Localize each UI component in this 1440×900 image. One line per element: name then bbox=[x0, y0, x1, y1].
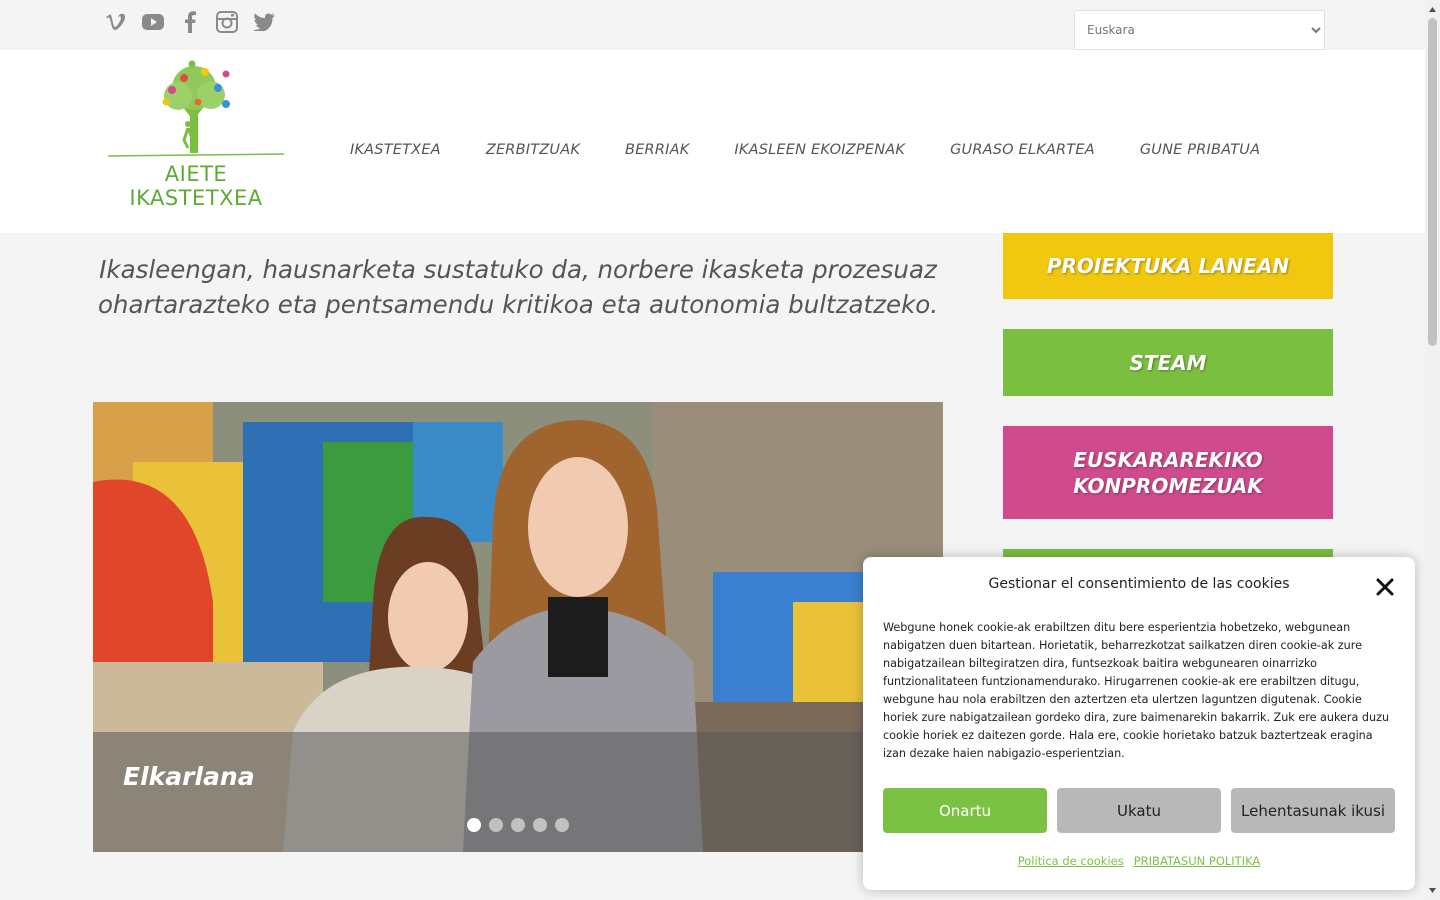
slider-dots bbox=[467, 818, 569, 832]
twitter-icon[interactable] bbox=[252, 9, 275, 34]
logo-text: AIETE IKASTETXEA bbox=[129, 162, 263, 210]
social-links bbox=[104, 9, 275, 34]
logo[interactable]: AIETE IKASTETXEA bbox=[107, 58, 285, 210]
euskararekiko-konpromezuak-button[interactable]: EUSKARAREKIKO KONPROMEZUAK bbox=[1003, 426, 1333, 519]
nav-item-ikasleen-ekoizpenak[interactable]: IKASLEEN EKOIZPENAK bbox=[734, 142, 905, 158]
cookie-preferences-button[interactable]: Lehentasunak ikusi bbox=[1231, 788, 1395, 833]
instagram-icon[interactable] bbox=[215, 9, 238, 34]
lead-line-1: Ikasleengan, hausnarketa sustatuko da, n… bbox=[99, 255, 937, 284]
lead-line-2: ohartarazteko eta pentsamendu kritikoa e… bbox=[97, 290, 939, 319]
nav-item-berriak[interactable]: BERRIAK bbox=[625, 142, 689, 158]
tree-logo-icon bbox=[107, 60, 285, 157]
slider-dot-5[interactable] bbox=[555, 818, 569, 832]
facebook-icon[interactable] bbox=[178, 9, 201, 34]
scroll-up-arrow-icon[interactable] bbox=[1428, 5, 1437, 14]
proiektuka-lanean-button[interactable]: PROIEKTUKA LANEAN bbox=[1003, 233, 1333, 299]
slider-dot-4[interactable] bbox=[533, 818, 547, 832]
main-nav: IKASTETXEA ZERBITZUAK BERRIAK IKASLEEN E… bbox=[350, 142, 1260, 158]
scroll-down-arrow-icon[interactable] bbox=[1428, 886, 1437, 895]
cookie-title: Gestionar el consentimiento de las cooki… bbox=[988, 576, 1290, 592]
nav-item-zerbitzuak[interactable]: ZERBITZUAK bbox=[486, 142, 580, 158]
nav-item-guraso-elkartea[interactable]: GURASO ELKARTEA bbox=[950, 142, 1095, 158]
cookie-consent-dialog: Gestionar el consentimiento de las cooki… bbox=[863, 557, 1415, 890]
slide-caption: Elkarlana bbox=[93, 732, 943, 852]
slider-dot-1[interactable] bbox=[467, 818, 481, 832]
cookie-policy-link[interactable]: Política de cookies bbox=[1018, 854, 1124, 868]
youtube-icon[interactable] bbox=[141, 9, 164, 34]
scrollbar-thumb[interactable] bbox=[1428, 18, 1437, 346]
slider-dot-3[interactable] bbox=[511, 818, 525, 832]
accept-cookies-button[interactable]: Onartu bbox=[883, 788, 1047, 833]
page-scrollbar[interactable] bbox=[1425, 0, 1440, 900]
site-header: AIETE IKASTETXEA IKASTETXEA ZERBITZUAK B… bbox=[0, 50, 1425, 233]
nav-item-ikastetxea[interactable]: IKASTETXEA bbox=[350, 142, 441, 158]
close-icon[interactable] bbox=[1372, 574, 1398, 600]
privacy-policy-link[interactable]: PRIBATASUN POLITIKA bbox=[1134, 854, 1261, 868]
image-slider[interactable]: Elkarlana bbox=[93, 402, 943, 852]
slider-dot-2[interactable] bbox=[489, 818, 503, 832]
vimeo-icon[interactable] bbox=[104, 9, 127, 34]
language-select[interactable]: Euskara bbox=[1074, 10, 1325, 50]
nav-item-gune-pribatua[interactable]: GUNE PRIBATUA bbox=[1140, 142, 1260, 158]
lead-text: Ikasleengan, hausnarketa sustatuko da, n… bbox=[93, 252, 943, 322]
steam-button[interactable]: STEAM bbox=[1003, 329, 1333, 396]
top-bar: Euskara bbox=[0, 0, 1425, 50]
cookie-description: Webgune honek cookie-ak erabiltzen ditu … bbox=[883, 621, 1390, 760]
cookie-links: Política de cookies PRIBATASUN POLITIKA bbox=[863, 854, 1415, 868]
deny-cookies-button[interactable]: Ukatu bbox=[1057, 788, 1221, 833]
slide-caption-title: Elkarlana bbox=[123, 762, 255, 791]
